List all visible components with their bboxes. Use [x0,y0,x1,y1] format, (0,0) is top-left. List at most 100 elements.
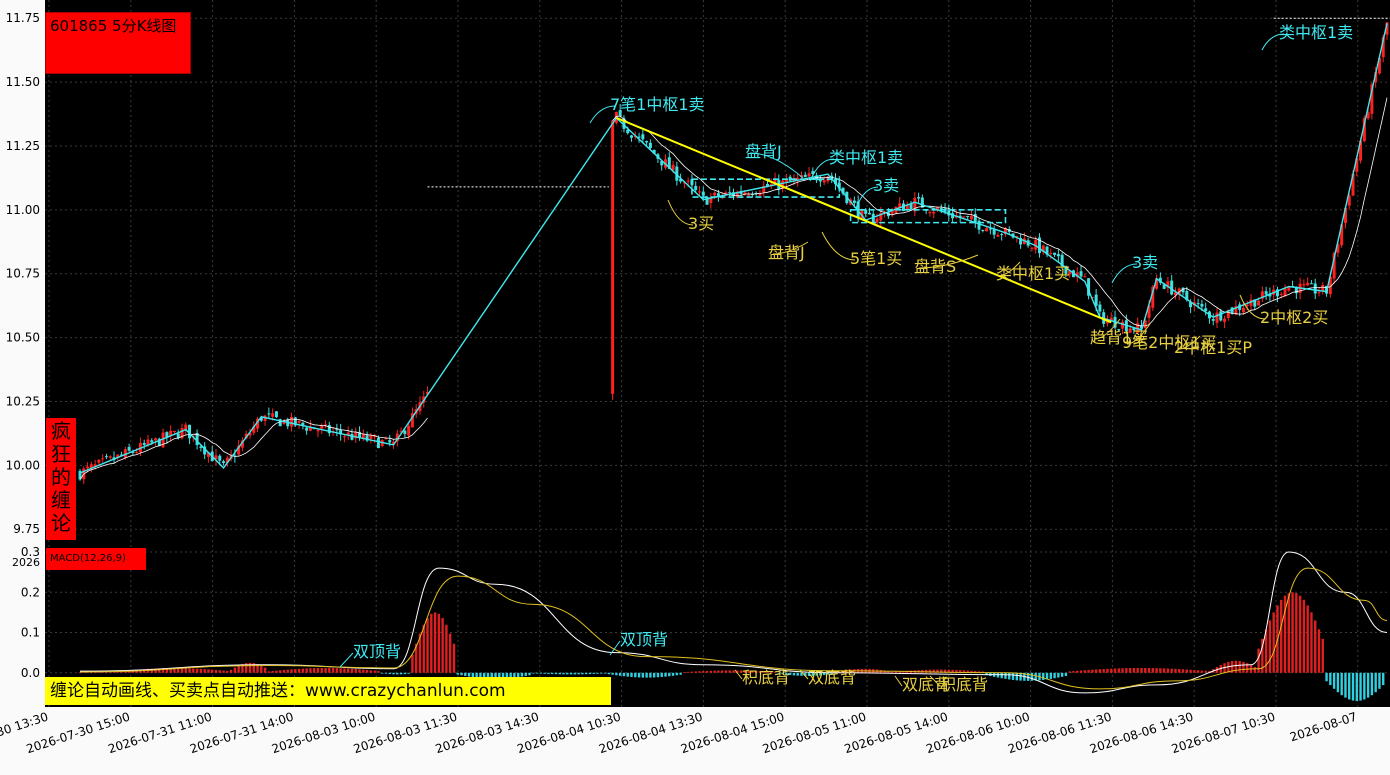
macd-bar [1336,672,1340,693]
price-tick-label: 10.50 [6,331,40,345]
chart-title: 601865 5分K线图 [45,12,191,74]
macd-bar [195,668,199,673]
macd-bar [645,672,648,678]
macd-bar [702,671,705,673]
macd-bar [1310,612,1313,673]
macd-bar [248,662,252,673]
candle-body [928,212,932,214]
macd-bar [358,669,361,673]
macd-bar [1178,669,1181,673]
macd-bar [1060,672,1064,677]
candle-body [101,458,105,460]
macd-bar [226,670,229,673]
macd-bar [675,672,679,676]
macd-bar [286,669,289,673]
macd-bar [335,668,339,673]
macd-bar [211,669,214,673]
macd-bar [373,670,376,673]
price-tick-label: 10.00 [6,458,40,472]
macd-bar [1166,668,1170,673]
macd-bar [1234,660,1238,673]
candle-body [985,228,989,232]
candle-body [803,174,807,178]
macd-bar [686,671,690,673]
macd-bar [630,672,633,677]
kline-chart[interactable]: 9.75 10.00 10.25 10.50 10.75 11.00 11.25 11.50 1… [0,0,1390,775]
vertical-char: 的 [51,465,71,489]
macd-bar [271,670,274,673]
macd-bar [328,667,331,673]
macd-bar [569,672,573,675]
price-tick-label: 11.00 [6,203,40,217]
candle-body [1302,284,1306,286]
price-annotation: 盘背J [745,142,782,161]
macd-bar [309,668,312,673]
macd-bar [1351,672,1355,701]
macd-bar [350,668,354,673]
macd-bar [618,672,622,676]
macd-bar [377,670,380,673]
candle-body [1219,311,1223,321]
candle-body [807,173,811,177]
candle-body [1264,291,1268,295]
macd-bar [1280,599,1283,673]
promo-banner[interactable]: 缠论自动画线、买卖点自动推送：www.crazychanlun.com [45,677,611,705]
macd-bar [1151,668,1154,673]
price-tick-label: 11.75 [6,11,40,25]
macd-bar [1268,620,1272,673]
candle-body [316,429,320,432]
macd-bar [467,672,471,677]
macd-bar [592,672,595,674]
candle-body [172,430,176,433]
macd-bar [690,671,694,673]
candle-body [267,413,271,415]
candle-body [1223,318,1227,322]
macd-bar [305,668,308,673]
candle-body [142,442,146,445]
macd-bar [543,672,546,674]
candle-body [1204,308,1208,311]
macd-bar [1011,672,1015,680]
candle-body [388,440,392,443]
macd-bar [615,672,618,676]
macd-bar [554,672,558,675]
macd-bar [1079,670,1083,673]
candle-body [297,420,301,423]
macd-bar [607,672,611,675]
candle-body [1279,293,1283,296]
macd-bar [1181,669,1185,673]
candle-body [1056,254,1060,257]
macd-bar [214,669,218,673]
macd-bar [562,672,565,675]
macd-bar [1374,672,1377,693]
candle-body [645,140,649,143]
candle-body [932,211,936,214]
macd-bar [728,670,731,673]
candle-body [407,425,411,436]
macd-bar [528,672,531,676]
price-annotation: 3卖 [873,176,899,195]
price-tick-label: 10.25 [6,394,40,408]
macd-bar [649,672,652,678]
macd-bar [445,624,448,673]
price-annotation: 类中枢1买 [996,264,1070,283]
candle-body [1313,283,1317,294]
macd-annotation: 积底背 [742,668,790,687]
macd-annotation: 双底背 [808,668,856,687]
macd-bar [596,672,599,674]
candle-body [108,456,112,458]
macd-bar [732,670,735,673]
macd-bar [313,668,316,673]
macd-bar [441,618,444,673]
macd-bar [1049,672,1053,679]
candle-body [305,427,309,431]
macd-bar [634,672,637,678]
macd-bar [339,668,342,673]
macd-bar [207,669,210,673]
macd-bar [1329,672,1332,686]
candle-body [222,461,226,464]
candle-body [867,212,871,215]
macd-bar [550,672,554,675]
price-annotation: 盘背J [768,243,805,262]
macd-bar [279,670,282,673]
